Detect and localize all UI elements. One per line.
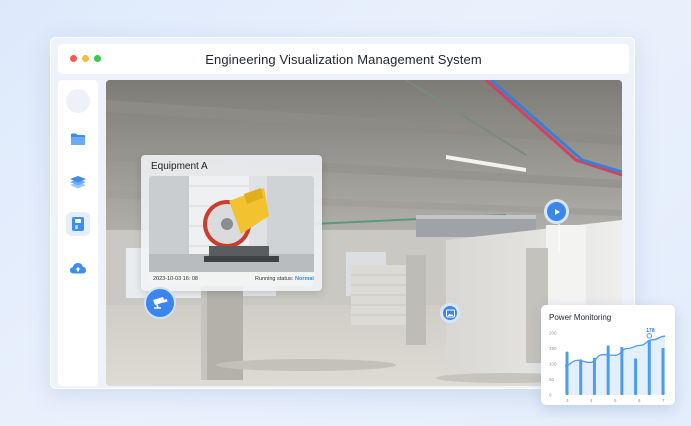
title-bar: Engineering Visualization Management Sys… — [58, 44, 629, 74]
chart-bar — [634, 358, 638, 395]
chart-bar — [606, 345, 610, 395]
layers-icon — [70, 176, 86, 189]
device-marker[interactable] — [440, 303, 460, 323]
chart-bar — [579, 359, 583, 395]
chart-bar — [565, 351, 569, 395]
power-chart: 200 150 100 50 0 178 3 4 5 6 7 — [549, 328, 666, 403]
image-icon — [445, 309, 455, 317]
x-tick-label: 5 — [614, 398, 617, 403]
equipment-camera-feed[interactable]: 2023-10-03 16: 08 Running status: Normal — [149, 176, 314, 286]
cctv-camera-icon — [153, 297, 168, 309]
avatar[interactable] — [66, 89, 90, 113]
running-status-value: Normal — [295, 276, 314, 282]
chart-bar — [620, 346, 624, 395]
chart-bar — [661, 347, 665, 395]
running-status-label: Running status: — [255, 276, 294, 282]
play-icon — [554, 208, 560, 215]
y-tick-label: 0 — [549, 393, 552, 398]
equipment-timestamp: 2023-10-03 16: 08 — [153, 276, 198, 282]
y-tick-label: 100 — [549, 362, 557, 367]
equipment-footer: 2023-10-03 16: 08 Running status: Normal — [149, 272, 314, 286]
equipment-title: Equipment A — [151, 161, 208, 172]
video-marker[interactable] — [544, 199, 569, 224]
highlight-point — [646, 333, 652, 339]
sidebar-item-device[interactable] — [66, 212, 90, 236]
device-icon — [72, 217, 84, 231]
camera-badge[interactable] — [144, 287, 176, 319]
x-tick-label: 3 — [566, 398, 569, 403]
sidebar — [58, 80, 98, 386]
chart-bar — [647, 339, 651, 395]
folder-icon — [71, 133, 85, 145]
highlight-label: 178 — [646, 328, 655, 334]
sidebar-item-folder[interactable] — [66, 127, 90, 151]
sidebar-item-cloud[interactable] — [66, 256, 90, 280]
y-tick-label: 150 — [549, 346, 557, 351]
miter-saw-image — [149, 176, 314, 286]
app-title: Engineering Visualization Management Sys… — [205, 52, 482, 67]
power-monitoring-title: Power Monitoring — [549, 313, 612, 322]
x-tick-label: 4 — [590, 398, 593, 403]
sidebar-item-layers[interactable] — [66, 170, 90, 194]
y-tick-label: 200 — [549, 331, 557, 336]
cloud-icon — [70, 263, 86, 274]
x-tick-label: 6 — [638, 398, 641, 403]
equipment-card[interactable]: Equipment A 2023-10-03 16: 08 Running st… — [141, 155, 322, 291]
x-tick-label: 7 — [662, 398, 665, 403]
chart-bar — [592, 357, 596, 395]
power-monitoring-card[interactable]: Power Monitoring 200 150 100 50 0 178 3 4 5 6 7 — [541, 305, 675, 405]
y-tick-label: 50 — [549, 377, 555, 382]
